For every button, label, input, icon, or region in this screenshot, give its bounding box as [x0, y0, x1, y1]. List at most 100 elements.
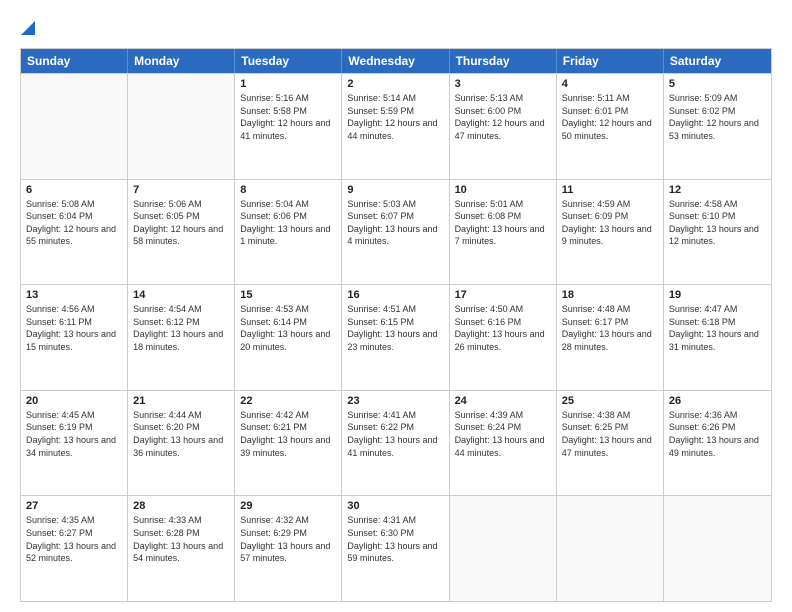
logo-text [20, 16, 35, 38]
calendar-week-5: 27 Sunrise: 4:35 AM Sunset: 6:27 PM Dayli… [21, 495, 771, 601]
day-info: Sunrise: 5:04 AM Sunset: 6:06 PM Dayligh… [240, 198, 336, 248]
day-number: 11 [562, 184, 658, 196]
day-info: Sunrise: 5:14 AM Sunset: 5:59 PM Dayligh… [347, 92, 443, 142]
day-info: Sunrise: 4:56 AM Sunset: 6:11 PM Dayligh… [26, 303, 122, 353]
calendar-cell-2-6: 11 Sunrise: 4:59 AM Sunset: 6:09 PM Dayli… [557, 180, 664, 285]
day-number: 30 [347, 500, 443, 512]
calendar-cell-1-2 [128, 74, 235, 179]
calendar-cell-1-3: 1Sunrise: 5:16 AM Sunset: 5:58 PM Daylig… [235, 74, 342, 179]
calendar-week-3: 13 Sunrise: 4:56 AM Sunset: 6:11 PM Dayli… [21, 284, 771, 390]
day-info: Sunrise: 4:59 AM Sunset: 6:09 PM Dayligh… [562, 198, 658, 248]
calendar-cell-3-3: 15 Sunrise: 4:53 AM Sunset: 6:14 PM Dayli… [235, 285, 342, 390]
day-info: Sunrise: 4:42 AM Sunset: 6:21 PM Dayligh… [240, 409, 336, 459]
calendar-week-4: 20 Sunrise: 4:45 AM Sunset: 6:19 PM Dayli… [21, 390, 771, 496]
day-info: Sunrise: 4:39 AM Sunset: 6:24 PM Dayligh… [455, 409, 551, 459]
calendar-cell-5-4: 30 Sunrise: 4:31 AM Sunset: 6:30 PM Dayli… [342, 496, 449, 601]
day-info: Sunrise: 4:45 AM Sunset: 6:19 PM Dayligh… [26, 409, 122, 459]
day-number: 15 [240, 289, 336, 301]
day-info: Sunrise: 4:53 AM Sunset: 6:14 PM Dayligh… [240, 303, 336, 353]
cal-header-sunday: Sunday [21, 49, 128, 73]
day-info: Sunrise: 5:06 AM Sunset: 6:05 PM Dayligh… [133, 198, 229, 248]
calendar-cell-3-4: 16Sunrise: 4:51 AM Sunset: 6:15 PM Dayli… [342, 285, 449, 390]
calendar-header: SundayMondayTuesdayWednesdayThursdayFrid… [21, 49, 771, 73]
day-info: Sunrise: 5:08 AM Sunset: 6:04 PM Dayligh… [26, 198, 122, 248]
day-number: 20 [26, 395, 122, 407]
day-number: 13 [26, 289, 122, 301]
day-info: Sunrise: 5:01 AM Sunset: 6:08 PM Dayligh… [455, 198, 551, 248]
day-number: 12 [669, 184, 766, 196]
day-info: Sunrise: 4:36 AM Sunset: 6:26 PM Dayligh… [669, 409, 766, 459]
calendar-cell-2-2: 7 Sunrise: 5:06 AM Sunset: 6:05 PM Daylig… [128, 180, 235, 285]
calendar-cell-5-7 [664, 496, 771, 601]
calendar-cell-3-5: 17 Sunrise: 4:50 AM Sunset: 6:16 PM Dayli… [450, 285, 557, 390]
calendar-cell-2-5: 10 Sunrise: 5:01 AM Sunset: 6:08 PM Dayli… [450, 180, 557, 285]
calendar: SundayMondayTuesdayWednesdayThursdayFrid… [20, 48, 772, 602]
day-number: 21 [133, 395, 229, 407]
day-number: 18 [562, 289, 658, 301]
day-number: 28 [133, 500, 229, 512]
calendar-cell-4-6: 25 Sunrise: 4:38 AM Sunset: 6:25 PM Dayli… [557, 391, 664, 496]
cal-header-friday: Friday [557, 49, 664, 73]
day-number: 10 [455, 184, 551, 196]
day-info: Sunrise: 4:54 AM Sunset: 6:12 PM Dayligh… [133, 303, 229, 353]
day-info: Sunrise: 4:50 AM Sunset: 6:16 PM Dayligh… [455, 303, 551, 353]
day-number: 26 [669, 395, 766, 407]
day-info: Sunrise: 4:33 AM Sunset: 6:28 PM Dayligh… [133, 514, 229, 564]
calendar-cell-2-3: 8 Sunrise: 5:04 AM Sunset: 6:06 PM Daylig… [235, 180, 342, 285]
calendar-cell-1-7: 5 Sunrise: 5:09 AM Sunset: 6:02 PM Daylig… [664, 74, 771, 179]
day-info: Sunrise: 4:44 AM Sunset: 6:20 PM Dayligh… [133, 409, 229, 459]
day-info: Sunrise: 4:38 AM Sunset: 6:25 PM Dayligh… [562, 409, 658, 459]
header [20, 16, 772, 38]
day-number: 19 [669, 289, 766, 301]
day-number: 5 [669, 78, 766, 90]
day-info: Sunrise: 4:51 AM Sunset: 6:15 PM Dayligh… [347, 303, 443, 353]
calendar-week-1: 1Sunrise: 5:16 AM Sunset: 5:58 PM Daylig… [21, 73, 771, 179]
calendar-cell-5-2: 28 Sunrise: 4:33 AM Sunset: 6:28 PM Dayli… [128, 496, 235, 601]
day-number: 14 [133, 289, 229, 301]
calendar-cell-1-4: 2 Sunrise: 5:14 AM Sunset: 5:59 PM Daylig… [342, 74, 449, 179]
day-info: Sunrise: 4:35 AM Sunset: 6:27 PM Dayligh… [26, 514, 122, 564]
day-info: Sunrise: 4:41 AM Sunset: 6:22 PM Dayligh… [347, 409, 443, 459]
calendar-cell-4-7: 26 Sunrise: 4:36 AM Sunset: 6:26 PM Dayli… [664, 391, 771, 496]
day-number: 7 [133, 184, 229, 196]
calendar-cell-5-1: 27 Sunrise: 4:35 AM Sunset: 6:27 PM Dayli… [21, 496, 128, 601]
day-number: 6 [26, 184, 122, 196]
cal-header-wednesday: Wednesday [342, 49, 449, 73]
cal-header-monday: Monday [128, 49, 235, 73]
day-info: Sunrise: 4:48 AM Sunset: 6:17 PM Dayligh… [562, 303, 658, 353]
logo-triangle-icon [21, 21, 35, 35]
day-number: 1 [240, 78, 336, 90]
calendar-cell-4-1: 20 Sunrise: 4:45 AM Sunset: 6:19 PM Dayli… [21, 391, 128, 496]
day-info: Sunrise: 4:47 AM Sunset: 6:18 PM Dayligh… [669, 303, 766, 353]
day-number: 24 [455, 395, 551, 407]
day-number: 27 [26, 500, 122, 512]
calendar-cell-4-3: 22Sunrise: 4:42 AM Sunset: 6:21 PM Dayli… [235, 391, 342, 496]
day-info: Sunrise: 4:32 AM Sunset: 6:29 PM Dayligh… [240, 514, 336, 564]
calendar-cell-3-7: 19 Sunrise: 4:47 AM Sunset: 6:18 PM Dayli… [664, 285, 771, 390]
calendar-cell-2-7: 12 Sunrise: 4:58 AM Sunset: 6:10 PM Dayli… [664, 180, 771, 285]
logo [20, 16, 35, 38]
calendar-cell-5-3: 29 Sunrise: 4:32 AM Sunset: 6:29 PM Dayli… [235, 496, 342, 601]
calendar-cell-2-4: 9Sunrise: 5:03 AM Sunset: 6:07 PM Daylig… [342, 180, 449, 285]
day-info: Sunrise: 5:09 AM Sunset: 6:02 PM Dayligh… [669, 92, 766, 142]
day-info: Sunrise: 4:58 AM Sunset: 6:10 PM Dayligh… [669, 198, 766, 248]
day-info: Sunrise: 4:31 AM Sunset: 6:30 PM Dayligh… [347, 514, 443, 564]
calendar-body: 1Sunrise: 5:16 AM Sunset: 5:58 PM Daylig… [21, 73, 771, 601]
cal-header-tuesday: Tuesday [235, 49, 342, 73]
logo-blue [20, 16, 35, 38]
day-number: 4 [562, 78, 658, 90]
day-info: Sunrise: 5:03 AM Sunset: 6:07 PM Dayligh… [347, 198, 443, 248]
day-number: 29 [240, 500, 336, 512]
calendar-cell-4-4: 23Sunrise: 4:41 AM Sunset: 6:22 PM Dayli… [342, 391, 449, 496]
calendar-cell-3-2: 14 Sunrise: 4:54 AM Sunset: 6:12 PM Dayli… [128, 285, 235, 390]
day-number: 25 [562, 395, 658, 407]
day-number: 8 [240, 184, 336, 196]
day-info: Sunrise: 5:11 AM Sunset: 6:01 PM Dayligh… [562, 92, 658, 142]
page: SundayMondayTuesdayWednesdayThursdayFrid… [0, 0, 792, 612]
day-number: 2 [347, 78, 443, 90]
calendar-cell-3-6: 18 Sunrise: 4:48 AM Sunset: 6:17 PM Dayli… [557, 285, 664, 390]
day-number: 17 [455, 289, 551, 301]
calendar-cell-1-1 [21, 74, 128, 179]
calendar-cell-5-6 [557, 496, 664, 601]
day-info: Sunrise: 5:13 AM Sunset: 6:00 PM Dayligh… [455, 92, 551, 142]
